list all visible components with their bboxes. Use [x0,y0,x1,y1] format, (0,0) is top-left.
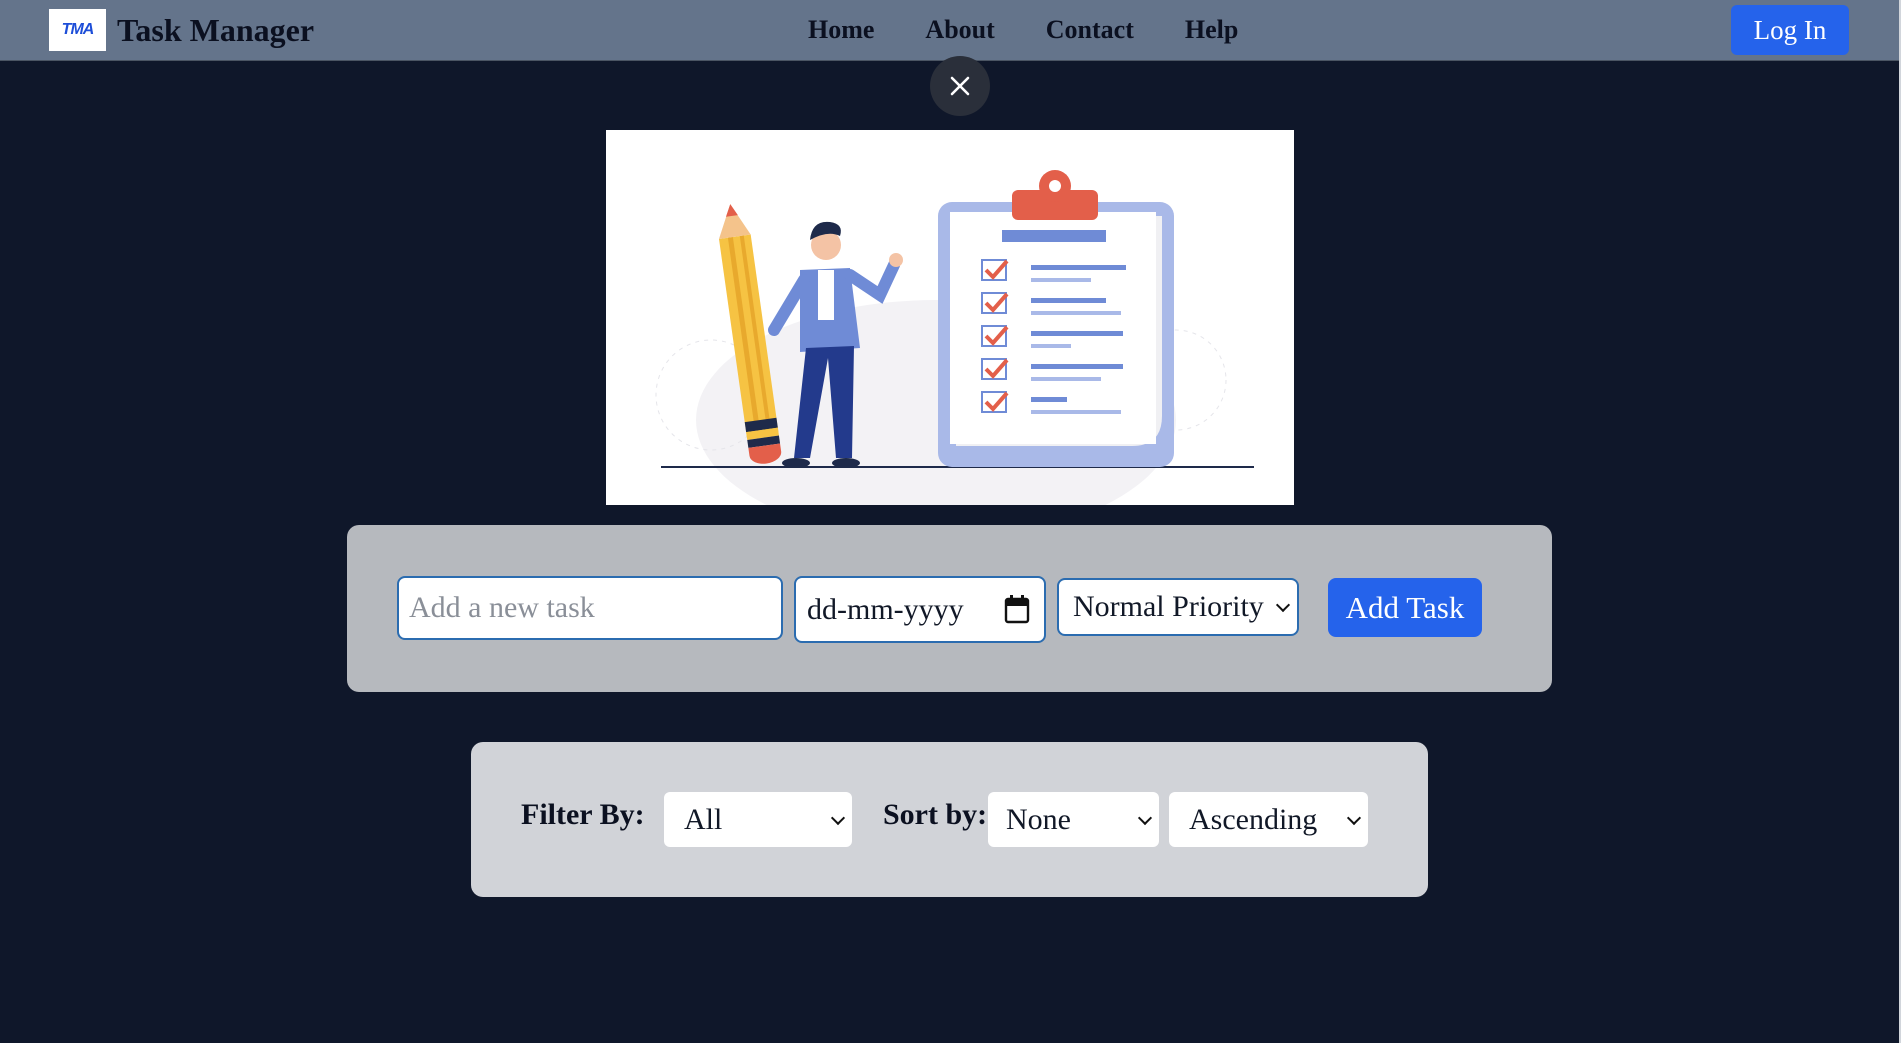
logo-text: TMA [61,21,95,38]
sort-select[interactable]: None [988,792,1159,847]
date-input[interactable]: dd-mm-yyyy [794,576,1046,643]
sort-selected: None [1006,802,1071,836]
nav-links: Home About Contact Help [808,14,1289,46]
filter-bar: Filter By: All Sort by: None Ascending [471,742,1428,897]
close-button[interactable] [930,56,990,116]
date-placeholder: dd-mm-yyyy [807,592,964,626]
task-illustration [655,170,1254,540]
task-form: Add a new task dd-mm-yyyy Normal Priorit… [347,525,1552,692]
priority-selected: Normal Priority [1073,590,1264,623]
filter-label: Filter By: [521,798,645,831]
chevron-down-icon [1346,810,1362,825]
nav-link-help[interactable]: Help [1185,14,1238,46]
order-selected: Ascending [1189,802,1318,836]
nav-link-home[interactable]: Home [808,14,874,46]
priority-select[interactable]: Normal Priority [1057,578,1299,636]
login-button[interactable]: Log In [1731,5,1849,55]
calendar-icon[interactable] [1004,594,1030,624]
app-logo[interactable]: TMA [49,9,106,51]
close-icon [950,76,970,96]
filter-select[interactable]: All [664,792,852,847]
app-title: Task Manager [117,12,315,48]
navbar: TMA Task Manager Home About Contact Help… [0,0,1899,61]
hero-image [606,130,1294,540]
order-select[interactable]: Ascending [1169,792,1368,847]
filter-selected: All [684,802,723,836]
chevron-down-icon [1137,810,1153,825]
nav-link-contact[interactable]: Contact [1046,14,1134,46]
chevron-down-icon [830,810,846,825]
task-input[interactable]: Add a new task [397,576,783,640]
add-task-button[interactable]: Add Task [1328,578,1482,637]
chevron-down-icon [1275,597,1291,613]
sort-label: Sort by: [883,798,988,831]
nav-link-about[interactable]: About [925,14,994,46]
